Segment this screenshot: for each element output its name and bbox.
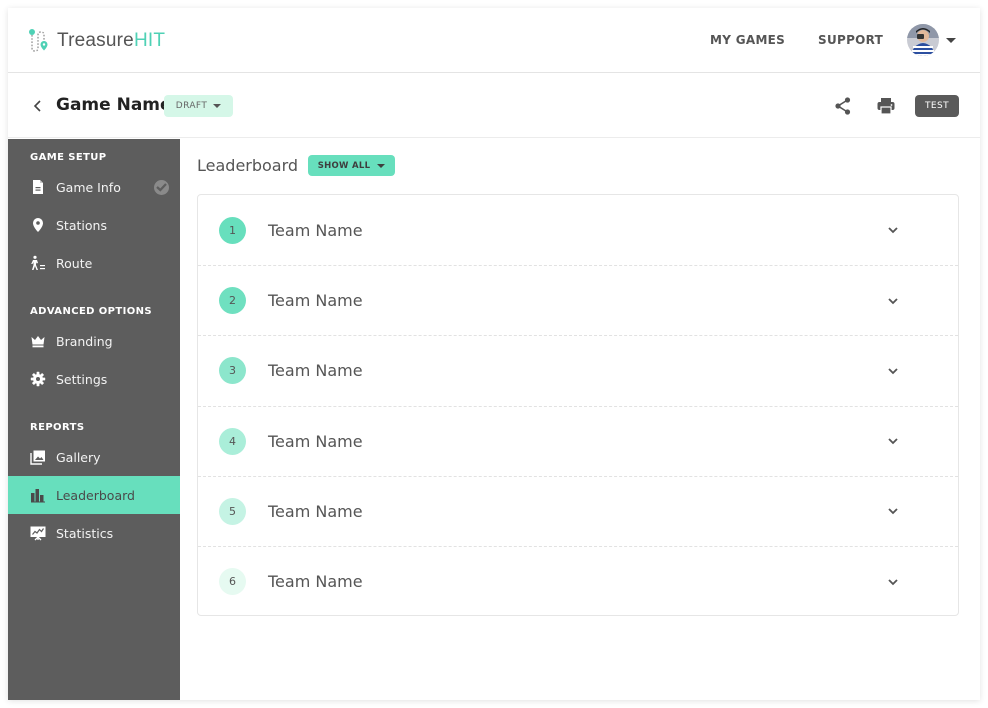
sidebar-item-route[interactable]: Route: [8, 244, 180, 282]
leaderboard-row[interactable]: 1 Team Name: [198, 195, 958, 265]
print-icon[interactable]: [876, 96, 896, 116]
leaderboard-row[interactable]: 5 Team Name: [198, 475, 958, 546]
logo-route-icon: [29, 29, 48, 52]
caret-down-icon: [377, 163, 386, 168]
crown-icon: [30, 333, 46, 349]
logo-text-part2: HIT: [133, 30, 166, 51]
game-name-title: Game Name: [56, 95, 172, 115]
show-all-filter-dropdown[interactable]: SHOW ALL: [308, 155, 395, 176]
route-walker-icon: [30, 255, 46, 271]
completed-check-icon: [154, 179, 169, 195]
team-name: Team Name: [268, 220, 363, 240]
chevron-down-icon[interactable]: [886, 575, 900, 589]
sidebar-item-label: Stations: [56, 217, 107, 233]
avatar-image-icon: [907, 24, 939, 56]
sidebar-item-label: Game Info: [56, 179, 121, 195]
chevron-left-icon[interactable]: [30, 96, 46, 116]
show-all-label: SHOW ALL: [317, 160, 371, 171]
sidebar-item-game-info[interactable]: Game Info: [8, 168, 180, 206]
leaderboard-list: 1 Team Name 2 Team Name 3 Team Name 4 Te…: [197, 194, 959, 616]
team-name: Team Name: [268, 501, 363, 521]
sidebar-item-label: Route: [56, 255, 93, 271]
gallery-icon: [30, 449, 46, 465]
rank-badge: 5: [219, 497, 246, 525]
rank-badge: 4: [219, 427, 246, 455]
rank-badge: 6: [219, 568, 246, 596]
nav-support[interactable]: SUPPORT: [818, 33, 883, 47]
game-header: Game Name DRAFT TEST: [8, 74, 980, 138]
document-icon: [30, 179, 46, 195]
page-title: Leaderboard: [197, 156, 299, 175]
user-avatar[interactable]: [907, 24, 939, 56]
caret-down-icon: [213, 104, 222, 108]
rank-badge: 1: [219, 216, 246, 244]
leaderboard-row[interactable]: 4 Team Name: [198, 405, 958, 476]
sidebar-item-label: Settings: [56, 371, 108, 387]
sidebar-item-label: Leaderboard: [56, 487, 135, 503]
bar-chart-icon: [30, 487, 46, 503]
rank-badge: 2: [219, 287, 246, 315]
share-icon[interactable]: [833, 96, 853, 116]
leaderboard-row[interactable]: 6 Team Name: [198, 545, 958, 616]
status-badge-label: DRAFT: [175, 101, 208, 111]
chevron-down-icon[interactable]: [886, 223, 900, 237]
logo[interactable]: TreasureHIT: [27, 28, 165, 54]
chevron-down-icon[interactable]: [886, 504, 900, 518]
team-name: Team Name: [268, 431, 363, 451]
sidebar-item-gallery[interactable]: Gallery: [8, 438, 180, 476]
test-button[interactable]: TEST: [915, 95, 959, 117]
gear-icon: [30, 371, 46, 387]
sidebar-item-label: Branding: [56, 333, 113, 349]
sidebar-item-statistics[interactable]: Statistics: [8, 514, 180, 552]
main-content: Leaderboard SHOW ALL 1 Team Name 2 Team …: [180, 139, 980, 700]
map-pin-icon: [30, 217, 46, 233]
team-name: Team Name: [268, 291, 363, 311]
sidebar: GAME SETUP Game Info Stations Route ADVA…: [8, 139, 180, 700]
team-name: Team Name: [268, 572, 363, 592]
leaderboard-row[interactable]: 2 Team Name: [198, 265, 958, 335]
top-nav: TreasureHIT MY GAMES SUPPORT: [8, 8, 980, 73]
chevron-down-icon[interactable]: [886, 294, 900, 308]
sidebar-item-stations[interactable]: Stations: [8, 206, 180, 244]
sidebar-item-label: Statistics: [56, 525, 114, 541]
status-dropdown[interactable]: DRAFT: [164, 95, 233, 117]
sidebar-item-label: Gallery: [56, 449, 101, 465]
section-title-reports: REPORTS: [30, 422, 85, 433]
avatar-menu-caret-icon[interactable]: [946, 38, 956, 43]
section-title-game-setup: GAME SETUP: [30, 152, 107, 163]
logo-text-part1: Treasure: [57, 30, 134, 51]
sidebar-item-settings[interactable]: Settings: [8, 360, 180, 398]
sidebar-item-branding[interactable]: Branding: [8, 322, 180, 360]
team-name: Team Name: [268, 361, 363, 381]
logo-text: TreasureHIT: [57, 30, 165, 52]
nav-my-games[interactable]: MY GAMES: [710, 33, 785, 47]
chevron-down-icon[interactable]: [886, 364, 900, 378]
chevron-down-icon[interactable]: [886, 434, 900, 448]
rank-badge: 3: [219, 357, 246, 385]
section-title-advanced-options: ADVANCED OPTIONS: [30, 306, 153, 317]
app-window: TreasureHIT MY GAMES SUPPORT Game Name D…: [8, 8, 980, 700]
leaderboard-row[interactable]: 3 Team Name: [198, 335, 958, 405]
sidebar-item-leaderboard[interactable]: Leaderboard: [8, 476, 180, 514]
statistics-board-icon: [30, 525, 46, 541]
